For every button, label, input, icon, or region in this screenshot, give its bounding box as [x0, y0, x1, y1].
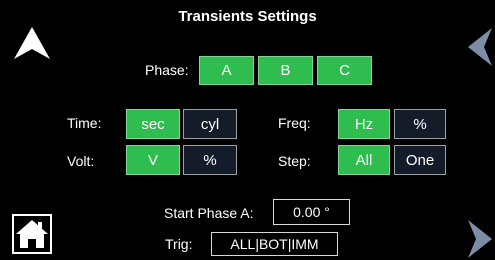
home-icon[interactable] [12, 214, 52, 254]
right-arrow-icon[interactable] [466, 218, 494, 260]
step-label: Step: [278, 153, 311, 169]
phase-a-button[interactable]: A [199, 56, 254, 85]
step-one-button[interactable]: One [394, 145, 446, 175]
volt-percent-button[interactable]: % [183, 145, 237, 175]
trig-field[interactable]: ALL|BOT|IMM [211, 232, 338, 256]
phase-label: Phase: [145, 62, 189, 78]
trig-label: Trig: [165, 236, 193, 252]
volt-v-button[interactable]: V [126, 145, 180, 175]
volt-label: Volt: [67, 153, 95, 169]
start-phase-field[interactable]: 0.00 ° [273, 199, 350, 225]
freq-hz-button[interactable]: Hz [338, 109, 390, 139]
phase-b-button[interactable]: B [258, 56, 313, 85]
time-sec-button[interactable]: sec [126, 109, 180, 139]
page-title: Transients Settings [178, 8, 317, 25]
start-phase-label: Start Phase A: [164, 205, 254, 221]
up-arrow-icon[interactable] [12, 25, 52, 61]
step-all-button[interactable]: All [338, 145, 390, 175]
time-cyl-button[interactable]: cyl [183, 109, 237, 139]
freq-percent-button[interactable]: % [394, 109, 446, 139]
left-arrow-icon[interactable] [466, 26, 494, 68]
time-label: Time: [67, 115, 102, 131]
freq-label: Freq: [278, 115, 311, 131]
phase-c-button[interactable]: C [317, 56, 372, 85]
